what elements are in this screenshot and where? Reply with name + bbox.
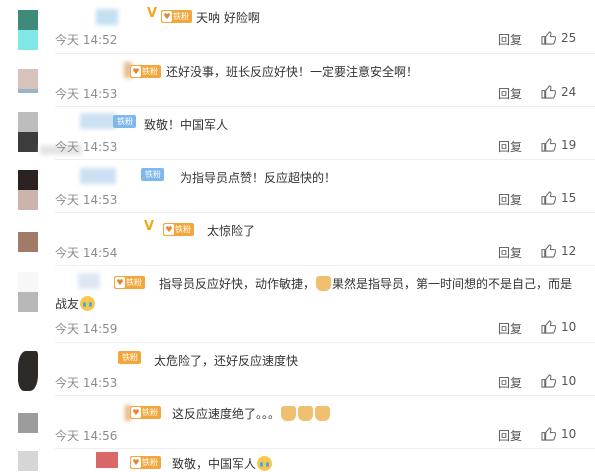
comment-item: ♥ 铁粉 致敬，中国军人 <box>0 449 595 471</box>
comment-text: 太惊险了 <box>207 224 256 238</box>
fan-badge: 铁粉 <box>113 115 136 128</box>
comment-text: 为指导员点赞！反应超快的！ <box>180 171 337 185</box>
fan-heart-icon: ♥ <box>131 66 141 77</box>
fan-heart-icon: ♥ <box>162 11 172 22</box>
like-count[interactable]: 10 <box>561 320 576 334</box>
avatar[interactable] <box>18 232 38 252</box>
comment-item: ♥ 铁粉 还好没事，班长反应好快！一定要注意安全啊！ 今天 14:53 回复 24 <box>0 54 595 107</box>
comment-time: 今天 14:53 <box>55 140 118 154</box>
fan-badge: 铁粉 <box>141 168 164 181</box>
comment-text: 致敬，中国军人 <box>172 455 273 472</box>
reply-button[interactable]: 回复 <box>498 138 522 155</box>
comment-text: 这反应速度绝了。。。 <box>172 405 331 422</box>
like-count[interactable]: 10 <box>561 374 576 388</box>
avatar[interactable] <box>18 69 38 93</box>
reply-button[interactable]: 回复 <box>498 85 522 102</box>
vip-badge-icon: V <box>147 6 158 21</box>
comment-text: 太危险了，还好反应速度快 <box>154 354 299 368</box>
fan-badge: ♥ 铁粉 <box>130 456 161 469</box>
comment-text: 致敬！中国军人 <box>144 118 229 132</box>
fan-badge: 铁粉 <box>118 351 141 364</box>
comment-time: 今天 14:59 <box>55 322 118 336</box>
username[interactable] <box>80 113 116 129</box>
thumbs-up-icon[interactable] <box>541 85 556 99</box>
fan-badge: ♥ 铁粉 <box>161 10 192 23</box>
reply-button[interactable]: 回复 <box>498 427 522 444</box>
reply-button[interactable]: 回复 <box>498 244 522 261</box>
fan-badge: ♥ 铁粉 <box>130 406 161 419</box>
fan-badge: ♥ 铁粉 <box>163 223 194 236</box>
comment-text: 天呐 好险啊 <box>196 11 260 25</box>
avatar[interactable] <box>18 10 38 50</box>
comment-item: 铁粉 为指导员点赞！反应超快的！ 今天 14:53 回复 15 <box>0 160 595 213</box>
avatar[interactable] <box>18 112 38 152</box>
thumbs-up-icon[interactable] <box>541 427 556 441</box>
comment-item: ♥ 铁粉 指导员反应好快，动作敏捷， 果然是指导员，第一时间想的不是自己，而是 战友… <box>0 266 595 343</box>
crying-emoji-icon <box>80 296 96 311</box>
thumbs-up-icon[interactable] <box>541 138 556 152</box>
comment-time: 今天 14:56 <box>55 429 118 443</box>
like-count[interactable]: 25 <box>561 31 576 45</box>
avatar[interactable] <box>18 272 38 312</box>
crying-emoji-icon <box>257 456 273 471</box>
username[interactable] <box>80 168 116 184</box>
like-count[interactable]: 19 <box>561 138 576 152</box>
comment-text: 还好没事，班长反应好快！一定要注意安全啊！ <box>166 65 419 79</box>
username[interactable] <box>96 452 118 468</box>
comment-item: V ♥ 铁粉 天呐 好险啊 今天 14:52 回复 25 <box>0 0 595 54</box>
comment-text-cont: 战友 <box>55 295 96 312</box>
fan-heart-icon: ♥ <box>115 277 125 288</box>
fan-heart-icon: ♥ <box>131 407 141 418</box>
thumbs-up-icon[interactable] <box>541 244 556 258</box>
comment-text: 指导员反应好快，动作敏捷， 果然是指导员，第一时间想的不是自己，而是 <box>159 276 573 291</box>
avatar[interactable] <box>18 170 38 210</box>
thumbs-up-emoji-icon <box>315 406 331 421</box>
comment-item: ♥ 铁粉 这反应速度绝了。。。 今天 14:56 回复 10 <box>0 396 595 449</box>
comment-time: 今天 14:52 <box>55 33 118 47</box>
reply-button[interactable]: 回复 <box>498 31 522 48</box>
like-count[interactable]: 24 <box>561 85 576 99</box>
username[interactable] <box>78 273 100 289</box>
fan-heart-icon: ♥ <box>131 457 141 468</box>
fan-heart-icon: ♥ <box>164 224 174 235</box>
thumbs-up-icon[interactable] <box>541 374 556 388</box>
like-count[interactable]: 12 <box>561 244 576 258</box>
avatar[interactable] <box>18 413 38 433</box>
comment-time: 今天 14:53 <box>55 87 118 101</box>
fan-badge: ♥ 铁粉 <box>130 65 161 78</box>
reply-button[interactable]: 回复 <box>498 374 522 391</box>
comment-time: 今天 14:53 <box>55 376 118 390</box>
thumbs-up-icon[interactable] <box>541 320 556 334</box>
like-count[interactable]: 15 <box>561 191 576 205</box>
vip-badge-icon: V <box>144 219 155 234</box>
fan-badge: ♥ 铁粉 <box>114 276 145 289</box>
avatar[interactable] <box>18 351 38 391</box>
comment-item: 铁粉 致敬！中国军人 今天 14:53 回复 19 <box>0 107 595 160</box>
thumbs-up-icon[interactable] <box>541 191 556 205</box>
comment-time: 今天 14:53 <box>55 193 118 207</box>
comment-item: V ♥ 铁粉 太惊险了 今天 14:54 回复 12 <box>0 213 595 266</box>
username[interactable] <box>96 9 118 25</box>
thumbs-up-emoji-icon <box>298 406 314 421</box>
like-count[interactable]: 10 <box>561 427 576 441</box>
reply-button[interactable]: 回复 <box>498 191 522 208</box>
comment-item: 铁粉 太危险了，还好反应速度快 今天 14:53 回复 10 <box>0 343 595 396</box>
thumbs-up-emoji-icon <box>316 276 332 291</box>
thumbs-up-emoji-icon <box>281 406 297 421</box>
avatar[interactable] <box>18 451 38 471</box>
thumbs-up-icon[interactable] <box>541 31 556 45</box>
comment-time: 今天 14:54 <box>55 246 118 260</box>
reply-button[interactable]: 回复 <box>498 320 522 337</box>
